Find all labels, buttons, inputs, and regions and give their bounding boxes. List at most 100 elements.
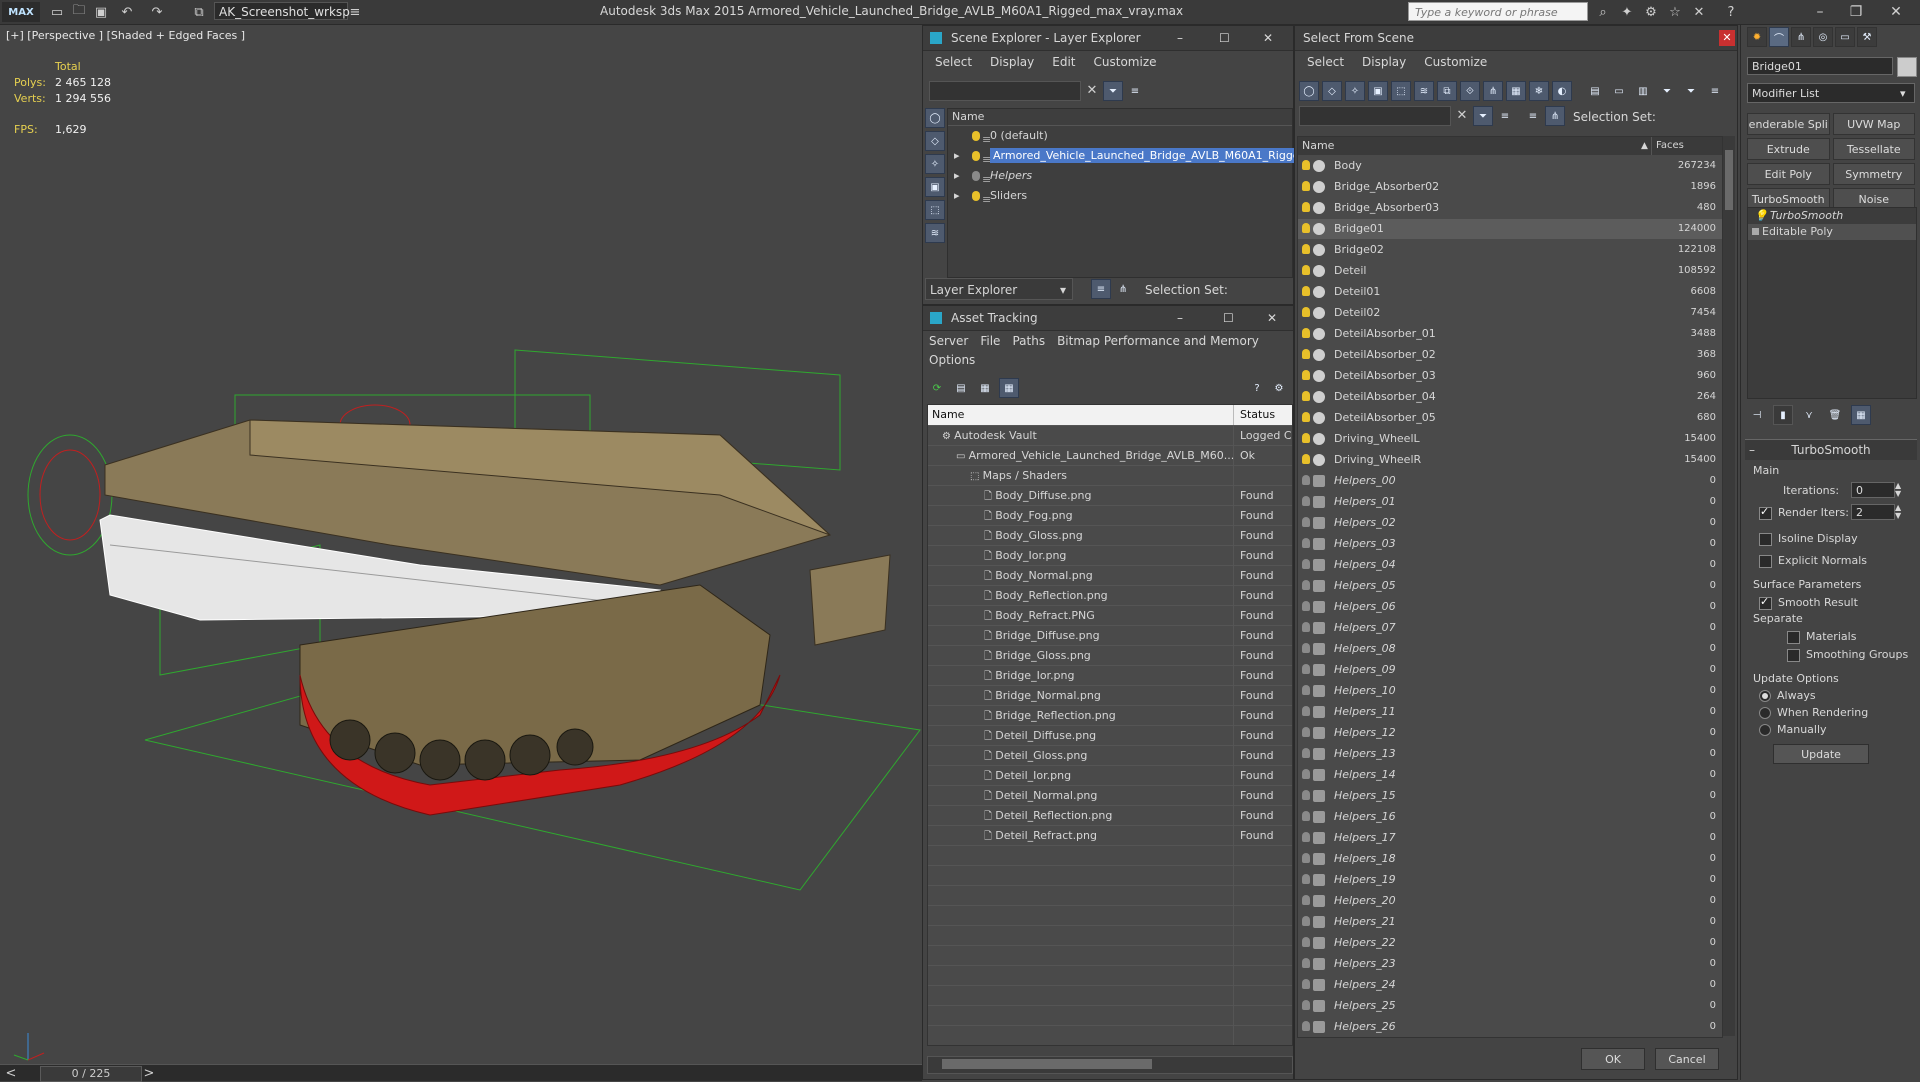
sfs-object-row[interactable]: Helpers_22 0 [1298, 933, 1722, 954]
asset-col-status[interactable]: Status [1234, 405, 1292, 425]
favorites-icon[interactable]: ☆ [1666, 3, 1684, 21]
update-manually-radio[interactable]: Manually [1759, 723, 1827, 736]
filter-lights-icon[interactable]: ✧ [1345, 81, 1365, 101]
save-file-icon[interactable]: ▣ [92, 3, 110, 21]
sfs-object-row[interactable]: Bridge02 122108 [1298, 240, 1722, 261]
asset-row[interactable]: 🗋 Body_Diffuse.png Found [928, 486, 1292, 506]
help-icon[interactable]: ? [1722, 3, 1740, 21]
modifier-btn-symmetry[interactable]: Symmetry [1832, 163, 1915, 185]
asset-row[interactable]: 🗋 Deteil_Normal.png Found [928, 786, 1292, 806]
select-none-icon[interactable]: ▭ [1609, 81, 1629, 101]
select-from-scene-titlebar[interactable]: Select From Scene ✕ [1295, 26, 1737, 51]
asset-settings-icon[interactable]: ⚙ [1269, 378, 1289, 398]
display-shapes-icon[interactable]: ◇ [925, 131, 945, 151]
asset-row[interactable]: 🗋 Body_Normal.png Found [928, 566, 1292, 586]
ok-button[interactable]: OK [1581, 1048, 1645, 1070]
layer-explorer-icon[interactable]: ≡ [1091, 279, 1111, 299]
visibility-bulb-icon[interactable] [1302, 601, 1310, 611]
sfs-col-faces[interactable]: Faces [1651, 137, 1722, 155]
asset-row[interactable]: 🗋 Bridge_Gloss.png Found [928, 646, 1292, 666]
thumbnail-view-icon[interactable]: ▦ [975, 378, 995, 398]
filter-groups-icon[interactable]: ⧉ [1437, 81, 1457, 101]
scene-explorer-search-input[interactable] [929, 81, 1081, 101]
visibility-bulb-icon[interactable] [1302, 181, 1310, 191]
create-tab-icon[interactable]: ✹ [1747, 27, 1767, 47]
asset-menu-file[interactable]: File [980, 331, 1000, 351]
modifier-btn-tessellate[interactable]: Tessellate [1832, 138, 1915, 160]
select-all-icon[interactable]: ▤ [1585, 81, 1605, 101]
workspace-dropdown[interactable]: AK_Screenshot_wrksp ▾ [214, 2, 350, 37]
layer-visible-icon[interactable] [972, 191, 980, 201]
asset-row[interactable]: 🗋 Deteil_Diffuse.png Found [928, 726, 1292, 746]
visibility-bulb-icon[interactable] [1302, 811, 1310, 821]
visibility-bulb-icon[interactable] [1302, 412, 1310, 422]
expand-icon[interactable]: ▸ [954, 146, 960, 166]
display-spacewarps-icon[interactable]: ≋ [925, 223, 945, 243]
refresh-icon[interactable]: ⟳ [927, 378, 947, 398]
visibility-bulb-icon[interactable] [1302, 265, 1310, 275]
sfs-clear-icon[interactable]: ✕ [1453, 106, 1471, 124]
keyword-search-input[interactable]: Type a keyword or phrase [1408, 2, 1588, 21]
sfs-object-row[interactable]: Bridge_Absorber02 1896 [1298, 177, 1722, 198]
perspective-viewport[interactable]: [+] [Perspective ] [Shaded + Edged Faces… [0, 25, 922, 1065]
visibility-bulb-icon[interactable] [1302, 496, 1310, 506]
visibility-bulb-icon[interactable] [1302, 664, 1310, 674]
update-when-rendering-radio[interactable]: When Rendering [1759, 706, 1868, 719]
sfs-stack-icon[interactable]: ≡ [1523, 106, 1543, 126]
sfs-object-row[interactable]: Helpers_10 0 [1298, 681, 1722, 702]
sfs-object-row[interactable]: Helpers_02 0 [1298, 513, 1722, 534]
sfs-object-row[interactable]: Helpers_04 0 [1298, 555, 1722, 576]
modifier-btn-renderable-spline[interactable]: enderable Spli [1747, 113, 1830, 135]
exchange-icon[interactable]: ✕ [1690, 3, 1708, 21]
asset-tracking-minimize-icon[interactable]: – [1177, 306, 1183, 330]
scene-explorer-menu-display[interactable]: Display [990, 51, 1034, 73]
visibility-bulb-icon[interactable] [1302, 769, 1310, 779]
materials-checkbox[interactable]: Materials [1787, 630, 1856, 644]
visibility-bulb-icon[interactable] [1302, 895, 1310, 905]
sfs-object-row[interactable]: Helpers_06 0 [1298, 597, 1722, 618]
show-end-result-icon[interactable]: ▮ [1773, 405, 1793, 425]
sfs-object-row[interactable]: Helpers_13 0 [1298, 744, 1722, 765]
sfs-object-row[interactable]: Helpers_03 0 [1298, 534, 1722, 555]
subscription-icon[interactable]: ✦ [1618, 3, 1636, 21]
filter-hidden-icon[interactable]: ◐ [1552, 81, 1572, 101]
explorer-mode-dropdown[interactable]: Layer Explorer ▾ [925, 278, 1073, 300]
modifier-btn-uvw-map[interactable]: UVW Map [1832, 113, 1915, 135]
expand-icon[interactable]: ▸ [954, 186, 960, 206]
sfs-object-row[interactable]: Bridge01 124000 [1298, 219, 1722, 240]
sfs-col-name[interactable]: Name [1298, 137, 1641, 155]
spinner-arrows-icon[interactable]: ▲ ▼ [1895, 504, 1901, 520]
visibility-bulb-icon[interactable] [1302, 223, 1310, 233]
display-lights-icon[interactable]: ✧ [925, 154, 945, 174]
object-name-field[interactable]: Bridge01 [1747, 57, 1893, 75]
utilities-tab-icon[interactable]: ⚒ [1857, 27, 1877, 47]
modify-tab-icon[interactable]: ⌒ [1769, 27, 1789, 47]
visibility-bulb-icon[interactable] [1302, 433, 1310, 443]
filter-funnel-add-icon[interactable]: ⏷ [1681, 81, 1701, 101]
motion-tab-icon[interactable]: ◎ [1813, 27, 1833, 47]
modifier-btn-edit-poly[interactable]: Edit Poly [1747, 163, 1830, 185]
scrollbar-thumb[interactable] [1725, 150, 1733, 210]
asset-row[interactable]: 🗋 Body_Gloss.png Found [928, 526, 1292, 546]
asset-row[interactable]: 🗋 Body_Refract.PNG Found [928, 606, 1292, 626]
asset-menu-options[interactable]: Options [929, 351, 975, 369]
configure-sets-icon[interactable]: ▦ [1851, 405, 1871, 425]
visibility-bulb-icon[interactable] [1302, 307, 1310, 317]
spinner-arrows-icon[interactable]: ▲ ▼ [1895, 482, 1901, 498]
scene-explorer-titlebar[interactable]: Scene Explorer - Layer Explorer – ☐ ✕ [923, 26, 1293, 51]
asset-row[interactable]: ▭ Armored_Vehicle_Launched_Bridge_AVLB_M… [928, 446, 1292, 466]
scene-explorer-clear-icon[interactable]: ✕ [1083, 81, 1101, 99]
sfs-object-row[interactable]: DeteilAbsorber_01 3488 [1298, 324, 1722, 345]
communication-icon[interactable]: ⚙ [1642, 3, 1660, 21]
asset-row[interactable]: 🗋 Deteil_Reflection.png Found [928, 806, 1292, 826]
filter-xrefs-icon[interactable]: ⟐ [1460, 81, 1480, 101]
sfs-object-row[interactable]: Driving_WheelL 15400 [1298, 429, 1722, 450]
sfs-object-row[interactable]: DeteilAbsorber_03 960 [1298, 366, 1722, 387]
hierarchy-icon[interactable]: ⋔ [1113, 279, 1133, 299]
table-view-icon[interactable]: ▦ [999, 378, 1019, 398]
sfs-object-row[interactable]: DeteilAbsorber_02 368 [1298, 345, 1722, 366]
sfs-menu-customize[interactable]: Customize [1424, 51, 1487, 73]
visibility-bulb-icon[interactable] [1302, 454, 1310, 464]
expand-box-icon[interactable] [1752, 228, 1759, 235]
scene-explorer-close-icon[interactable]: ✕ [1263, 26, 1273, 50]
